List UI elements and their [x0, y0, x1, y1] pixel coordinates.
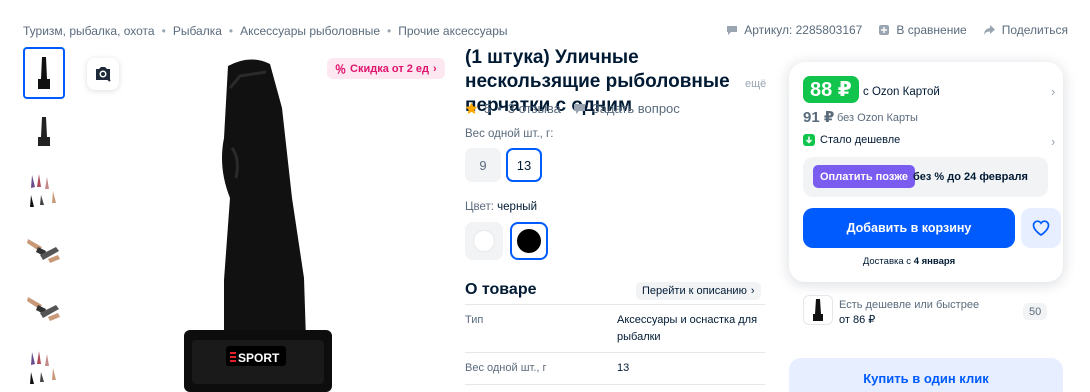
color-value: черный: [497, 201, 537, 213]
spec-key: Вес одной шт., г: [465, 362, 547, 374]
breadcrumb-separator: •: [228, 24, 234, 38]
alt-offer-price: от 86 ₽: [839, 314, 876, 326]
add-to-cart-button[interactable]: Добавить в корзину: [803, 208, 1015, 248]
spec-value: Аксессуары и оснастка для рыбалки: [617, 314, 758, 343]
regular-price: 91 ₽: [803, 109, 835, 126]
thumbnail[interactable]: [23, 224, 65, 276]
breadcrumb-item[interactable]: Туризм, рыбалка, охота: [23, 24, 155, 38]
title-more-link[interactable]: ещё: [743, 78, 767, 90]
chevron-right-icon[interactable]: ›: [1051, 84, 1055, 99]
breadcrumb-item[interactable]: Аксессуары рыболовные: [240, 24, 380, 38]
compare-icon: [879, 25, 890, 35]
chevron-right-icon: ›: [433, 62, 437, 75]
glove-thumbnail-image: [30, 174, 56, 207]
to-description-button[interactable]: Перейти к описанию ›: [636, 282, 761, 300]
thumbnail[interactable]: [23, 165, 65, 217]
breadcrumb-item[interactable]: Прочие аксессуары: [398, 24, 507, 38]
percent-icon: ％: [335, 63, 346, 76]
glove-image: SPORT: [184, 59, 332, 392]
thumbnail[interactable]: [23, 106, 65, 158]
color-swatch-black[interactable]: [510, 222, 548, 260]
rating-row: 5 • 3 отзыва Задать вопрос: [465, 101, 680, 116]
color-label: Цвет: черный: [465, 201, 537, 213]
thumbnail[interactable]: [23, 47, 65, 99]
product-meta: Артикул: 2285803167 В сравнение Поделить…: [726, 23, 1068, 37]
alt-offer-image: [803, 295, 833, 325]
price-card: 88 ₽ с Ozon Картой › 91 ₽ без Ozon Карты…: [789, 62, 1063, 282]
ask-question-button[interactable]: Задать вопрос: [573, 101, 680, 116]
white-color-dot: [473, 230, 495, 252]
glove-brand-print: SPORT: [238, 351, 280, 365]
regular-price-label: без Ozon Карты: [837, 112, 918, 124]
color-swatch-white[interactable]: [465, 222, 503, 260]
glove-thumbnail-image: [38, 57, 50, 89]
pay-later-block[interactable]: Оплатить позже без % до 24 февраля: [803, 157, 1048, 197]
weight-option-selected[interactable]: 13: [506, 148, 542, 182]
card-price-label[interactable]: с Ozon Картой: [863, 86, 940, 98]
chat-icon: [727, 26, 738, 35]
about-title: О товаре: [465, 281, 537, 298]
card-price: 88 ₽: [803, 76, 859, 103]
share-icon: [983, 25, 995, 35]
spec-divider: [465, 384, 765, 385]
reviews-link[interactable]: 3 отзыва: [508, 101, 561, 116]
chat-icon: [573, 103, 585, 114]
alternative-offers[interactable]: Есть дешевле или быстрее от 86 ₽ 50: [789, 291, 1063, 333]
price-drop-notice[interactable]: Стало дешевле: [803, 134, 900, 146]
glove-thumbnail-image: [30, 351, 56, 384]
visual-search-button[interactable]: [87, 58, 119, 90]
spec-divider: [465, 304, 765, 305]
rating-dot: •: [497, 101, 502, 116]
buy-one-click-button[interactable]: Купить в один клик: [789, 358, 1063, 392]
alt-offer-count: 50: [1023, 303, 1048, 320]
share-button[interactable]: Поделиться: [983, 23, 1068, 37]
spec-key: Тип: [465, 314, 484, 326]
chevron-right-icon[interactable]: ›: [1051, 134, 1055, 149]
rating-value: 5: [484, 101, 492, 116]
main-product-image[interactable]: SPORT: [80, 48, 450, 392]
discount-badge[interactable]: ％ Скидка от 2 ед ›: [327, 58, 445, 79]
pay-later-text: без % до 24 февраля: [913, 171, 1028, 183]
spec-value: 13: [617, 362, 630, 374]
breadcrumb-item[interactable]: Рыбалка: [173, 24, 222, 38]
spec-divider: [465, 352, 765, 353]
thumbnail[interactable]: [23, 342, 65, 392]
thumbnail-list: [23, 47, 65, 392]
weight-option[interactable]: 9: [465, 148, 501, 182]
alt-offer-label: Есть дешевле или быстрее: [839, 299, 980, 311]
arrow-down-icon: [803, 134, 815, 146]
chevron-right-icon: ›: [750, 285, 755, 297]
article-number[interactable]: Артикул: 2285803167: [726, 23, 862, 37]
glove-thumbnail-image: [27, 239, 60, 263]
breadcrumb-separator: •: [161, 24, 166, 38]
camera-search-icon: [96, 67, 111, 82]
favorite-button[interactable]: [1021, 208, 1061, 248]
black-color-dot: [517, 229, 541, 253]
pay-later-button[interactable]: Оплатить позже: [813, 165, 915, 188]
compare-button[interactable]: В сравнение: [878, 23, 967, 37]
glove-thumbnail-image: [27, 297, 60, 321]
star-icon: [465, 102, 478, 114]
breadcrumb: Туризм, рыбалка, охота • Рыбалка • Аксес…: [23, 24, 508, 38]
delivery-info: Доставка с 4 января: [862, 256, 956, 267]
glove-thumbnail-image: [813, 299, 823, 321]
heart-icon: [1032, 220, 1050, 236]
thumbnail[interactable]: [23, 283, 65, 335]
weight-label: Вес одной шт., г:: [465, 128, 554, 140]
breadcrumb-separator: •: [387, 24, 392, 38]
glove-thumbnail-image: [38, 117, 50, 146]
